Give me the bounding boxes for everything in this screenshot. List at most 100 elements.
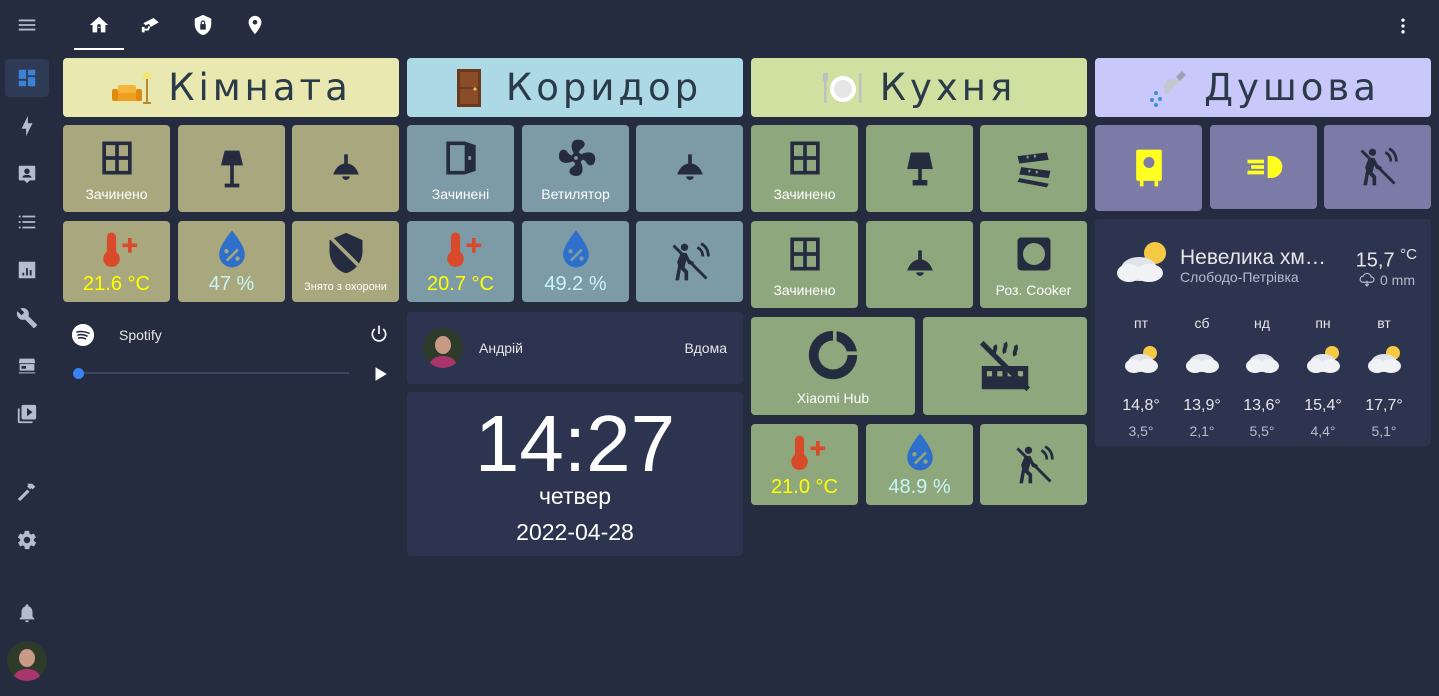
led-strip-icon	[1012, 147, 1056, 191]
room-header-kimnata: Кімната	[63, 58, 399, 117]
tile-label: Зачинено	[773, 281, 836, 298]
forecast-day: нд 13,6° 5,5°	[1232, 315, 1292, 439]
forecast-high: 17,7°	[1365, 397, 1403, 414]
temperature-number: 15,7	[1355, 249, 1395, 272]
door-closed-icon	[439, 136, 483, 180]
window-sensor-tile[interactable]: Зачинено	[751, 125, 858, 212]
stove-tile[interactable]	[923, 317, 1087, 415]
ceiling-light-tile[interactable]	[866, 221, 973, 308]
cloudy-icon	[1172, 337, 1232, 377]
thermometer-plus-icon	[95, 227, 139, 271]
sidebar-item-energy[interactable]	[5, 107, 49, 145]
thermometer-plus-icon	[783, 430, 827, 474]
temperature-tile[interactable]: 21.6 °C	[63, 221, 170, 302]
sidebar-item-notifications[interactable]	[5, 594, 49, 632]
weather-temperature: 15,7 °C	[1356, 246, 1417, 273]
menu-icon	[18, 19, 36, 31]
window-closed-icon	[783, 232, 827, 276]
bell-icon	[19, 604, 35, 623]
tile-label: Зачинено	[773, 185, 836, 202]
play-icon[interactable]	[371, 365, 389, 383]
plate-cutlery-icon	[822, 67, 864, 109]
tab-home[interactable]	[74, 0, 124, 50]
table-lamp-tile[interactable]	[866, 125, 973, 212]
temperature-tile[interactable]: 20.7 °C	[407, 221, 514, 302]
humidity-tile[interactable]: 49.2 %	[522, 221, 629, 302]
top-bar	[54, 0, 1439, 52]
forecast-day-name: вт	[1377, 315, 1391, 331]
ceiling-light-icon	[668, 147, 712, 191]
sidebar-item-logbook[interactable]	[5, 203, 49, 241]
tab-security[interactable]	[178, 0, 228, 50]
partly-cloudy-icon	[1111, 337, 1171, 377]
xiaomi-hub-tile[interactable]: Xiaomi Hub	[751, 317, 915, 415]
weather-card[interactable]: Невелика хм… Слободо-Петрівка 15,7 °C 0 …	[1095, 219, 1431, 446]
overflow-menu-button[interactable]	[1391, 14, 1415, 38]
ceiling-light-tile[interactable]	[636, 125, 743, 212]
forecast-day-name: нд	[1254, 315, 1270, 331]
motion-sensor-tile[interactable]	[636, 221, 743, 302]
cloudy-icon	[1232, 337, 1292, 377]
heater-tile[interactable]	[1210, 125, 1317, 209]
humidity-tile[interactable]: 47 %	[178, 221, 285, 302]
sidebar-item-hacs[interactable]	[5, 347, 49, 385]
sidebar-item-media[interactable]	[5, 395, 49, 433]
tab-map[interactable]	[230, 0, 280, 50]
tile-label: Зачинено	[85, 185, 148, 202]
humidity-value: 49.2 %	[544, 273, 607, 295]
forecast-high: 13,9°	[1183, 397, 1221, 414]
power-icon[interactable]	[369, 324, 389, 344]
motion-sensor-tile[interactable]	[980, 424, 1087, 505]
media-progress-handle[interactable]	[73, 368, 84, 379]
sidebar-item-history[interactable]	[5, 251, 49, 289]
floor-lamp-tile[interactable]	[178, 125, 285, 212]
water-heater-tile[interactable]	[1095, 125, 1202, 211]
window-sensor-tile-2[interactable]: Зачинено	[751, 221, 858, 308]
window-sensor-tile[interactable]: Зачинено	[63, 125, 170, 212]
forecast-high: 13,6°	[1243, 397, 1281, 414]
motion-sensor-off-icon	[668, 240, 712, 284]
person-name: Андрій	[479, 340, 523, 356]
media-progress-track[interactable]	[79, 372, 349, 374]
temperature-tile[interactable]: 21.0 °C	[751, 424, 858, 505]
couch-lamp-icon	[110, 67, 153, 109]
alarm-tile[interactable]: Знято з охорони	[292, 221, 399, 302]
ceiling-light-icon	[324, 147, 368, 191]
logbook-icon	[18, 215, 36, 229]
room-header-kukhnia: Кухня	[751, 58, 1087, 117]
clock-time: 14:27	[474, 399, 676, 488]
forecast-high: 14,8°	[1122, 397, 1160, 414]
room-header-dushova: Душова	[1095, 58, 1431, 117]
partly-cloudy-icon	[1293, 337, 1353, 377]
motion-sensor-tile[interactable]	[1324, 125, 1431, 209]
sidebar-item-developer-tools[interactable]	[5, 473, 49, 511]
forecast-day: вт 17,7° 5,1°	[1354, 315, 1414, 439]
thermometer-plus-icon	[439, 227, 483, 271]
fan-tile[interactable]: Ветилятор	[522, 125, 629, 212]
led-strip-tile[interactable]	[980, 125, 1087, 212]
menu-button[interactable]	[5, 6, 49, 44]
fan-icon	[554, 136, 598, 180]
floor-lamp-icon	[210, 147, 254, 191]
user-avatar[interactable]	[7, 641, 47, 681]
tile-label: Ветилятор	[541, 185, 610, 202]
temperature-unit: °C	[1400, 246, 1417, 263]
sidebar-item-overview[interactable]	[5, 59, 49, 97]
room-title: Кімната	[168, 66, 352, 109]
person-card[interactable]: Андрій Вдома	[407, 312, 743, 384]
humidity-value: 48.9 %	[888, 476, 951, 498]
tile-label: Роз. Cooker	[995, 281, 1072, 298]
humidity-tile[interactable]: 48.9 %	[866, 424, 973, 505]
sidebar-item-tools[interactable]	[5, 299, 49, 337]
home-icon	[89, 16, 109, 33]
tab-cameras[interactable]	[126, 0, 176, 50]
sidebar	[0, 0, 54, 696]
window-closed-icon	[783, 136, 827, 180]
ceiling-light-tile[interactable]	[292, 125, 399, 212]
sidebar-item-map[interactable]	[5, 155, 49, 193]
socket-tile[interactable]: Роз. Cooker	[980, 221, 1087, 308]
door-sensor-tile[interactable]: Зачинені	[407, 125, 514, 212]
sidebar-item-settings[interactable]	[5, 521, 49, 559]
account-box-icon	[18, 165, 36, 184]
partly-cloudy-icon	[1115, 239, 1171, 283]
